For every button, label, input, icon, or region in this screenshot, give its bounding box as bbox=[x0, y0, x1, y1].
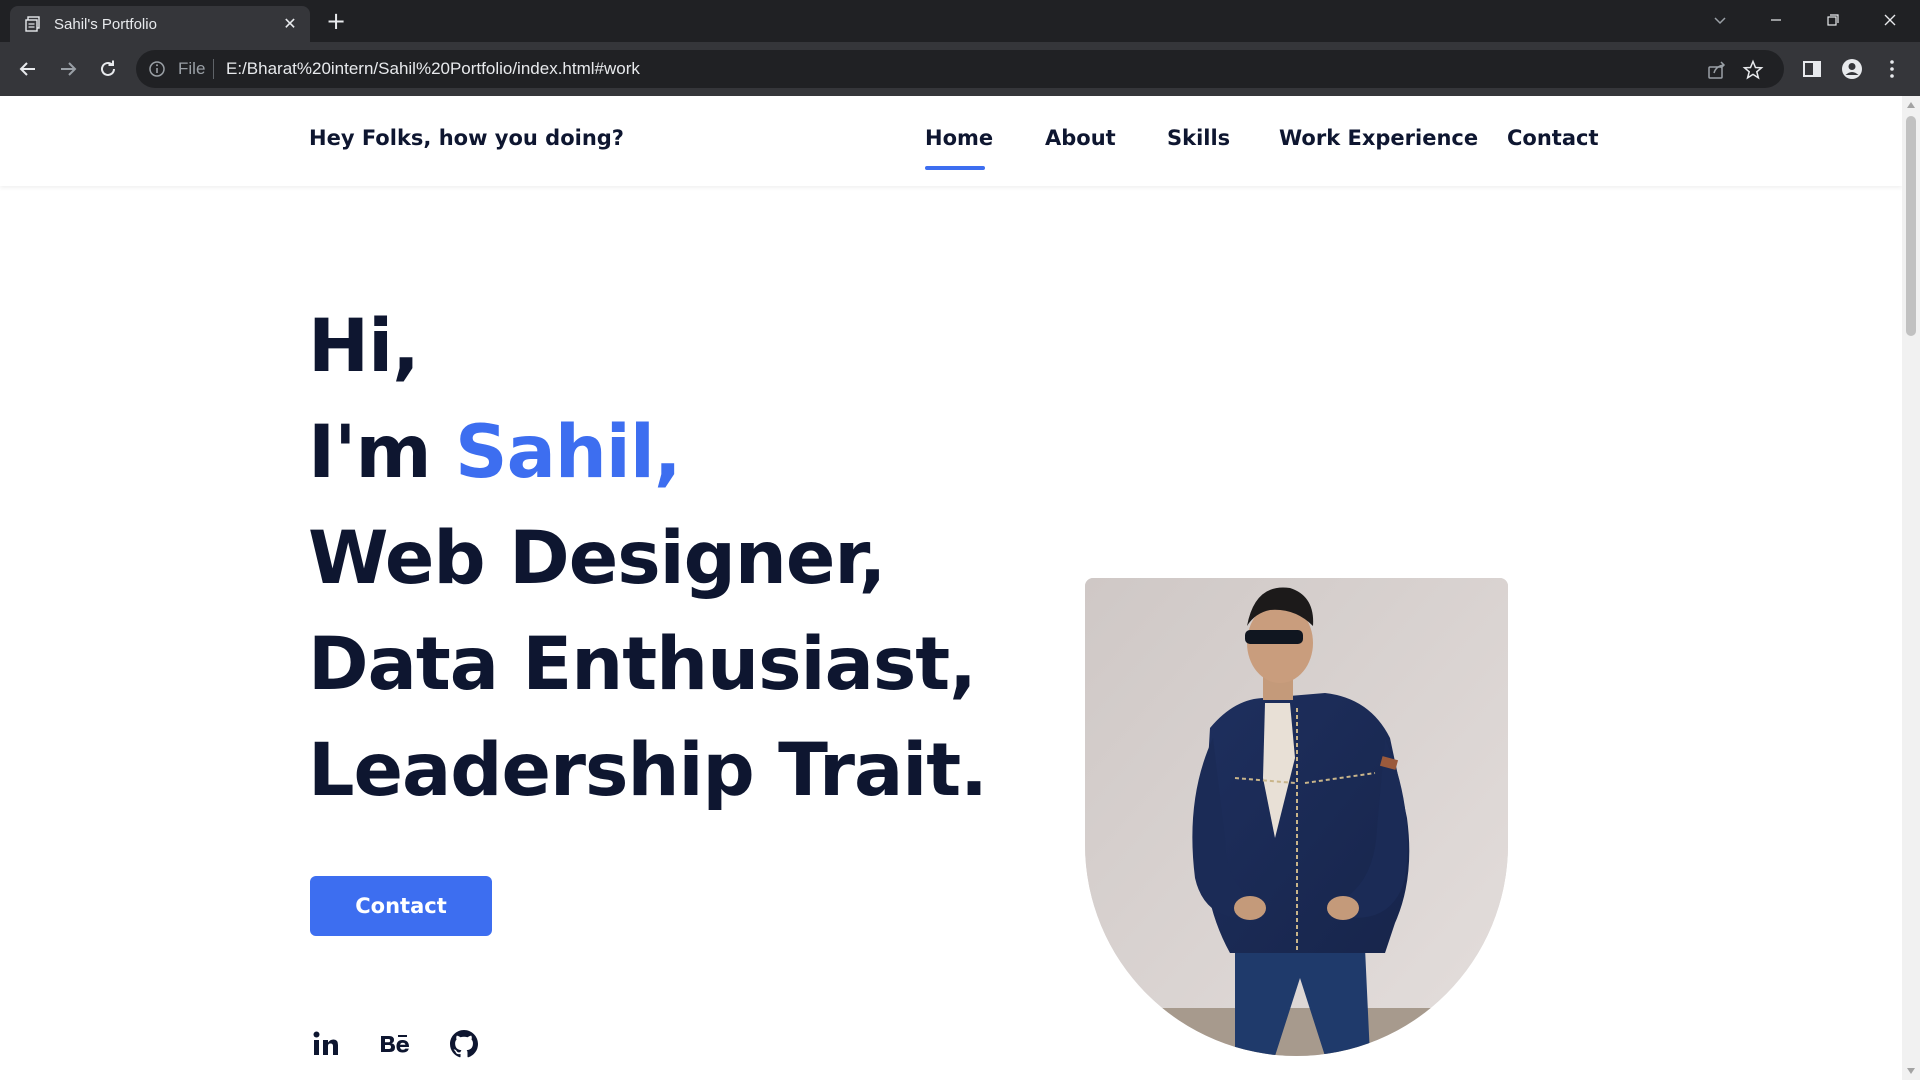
tab-title: Sahil's Portfolio bbox=[54, 16, 157, 33]
behance-icon[interactable] bbox=[380, 1030, 410, 1062]
bookmark-star-icon[interactable] bbox=[1742, 59, 1764, 81]
page-scrollbar[interactable] bbox=[1902, 96, 1920, 1080]
tab-close-icon[interactable]: ✕ bbox=[280, 14, 300, 34]
back-icon[interactable] bbox=[12, 53, 44, 85]
side-panel-icon[interactable] bbox=[1800, 57, 1824, 81]
menu-kebab-icon[interactable] bbox=[1880, 57, 1904, 81]
browser-tab-strip: Sahil's Portfolio ✕ + bbox=[0, 0, 1920, 42]
nav-contact[interactable]: Contact bbox=[1507, 126, 1599, 150]
hero-name-highlight: Sahil, bbox=[455, 410, 682, 495]
hero-line-name: I'm Sahil, bbox=[308, 410, 682, 495]
site-header: Hey Folks, how you doing? Home About Ski… bbox=[0, 96, 1902, 186]
reload-icon[interactable] bbox=[92, 53, 124, 85]
page-viewport: Hey Folks, how you doing? Home About Ski… bbox=[0, 96, 1902, 1080]
browser-toolbar: File E:/Bharat%20intern/Sahil%20Portfoli… bbox=[0, 42, 1920, 96]
minimize-icon[interactable] bbox=[1758, 6, 1794, 34]
scroll-up-arrow-icon[interactable] bbox=[1907, 102, 1915, 108]
close-window-icon[interactable] bbox=[1872, 6, 1908, 34]
file-scheme-label: File bbox=[178, 59, 206, 78]
nav-work-experience[interactable]: Work Experience bbox=[1279, 126, 1478, 150]
url-text[interactable]: E:/Bharat%20intern/Sahil%20Portfolio/ind… bbox=[226, 59, 640, 79]
browser-tab[interactable]: Sahil's Portfolio ✕ bbox=[10, 6, 310, 42]
new-tab-icon[interactable]: + bbox=[322, 8, 350, 36]
hero-line-role-3: Leadership Trait. bbox=[308, 728, 988, 813]
scroll-down-arrow-icon[interactable] bbox=[1907, 1068, 1915, 1074]
profile-avatar-icon[interactable] bbox=[1840, 57, 1864, 81]
forward-icon[interactable] bbox=[52, 53, 84, 85]
profile-photo bbox=[1085, 578, 1508, 1056]
hero-im-text: I'm bbox=[308, 410, 455, 495]
restore-icon[interactable] bbox=[1815, 6, 1851, 34]
nav-about[interactable]: About bbox=[1045, 126, 1116, 150]
linkedin-icon[interactable] bbox=[312, 1030, 340, 1062]
share-icon[interactable] bbox=[1706, 59, 1728, 81]
address-bar[interactable]: File E:/Bharat%20intern/Sahil%20Portfoli… bbox=[136, 50, 1784, 88]
tab-search-icon[interactable] bbox=[1702, 6, 1738, 34]
scroll-thumb[interactable] bbox=[1906, 116, 1916, 336]
contact-button[interactable]: Contact bbox=[310, 876, 492, 936]
address-separator bbox=[213, 59, 214, 79]
page-favicon-icon bbox=[25, 16, 40, 32]
nav-home[interactable]: Home bbox=[925, 126, 993, 150]
info-icon[interactable] bbox=[148, 60, 166, 78]
github-icon[interactable] bbox=[450, 1030, 478, 1062]
hero-line-hi: Hi, bbox=[308, 304, 420, 389]
nav-skills[interactable]: Skills bbox=[1167, 126, 1230, 150]
header-greeting: Hey Folks, how you doing? bbox=[309, 126, 624, 150]
active-nav-underline bbox=[925, 166, 985, 170]
hero-line-role-1: Web Designer, bbox=[308, 516, 886, 601]
hero-line-role-2: Data Enthusiast, bbox=[308, 622, 977, 707]
